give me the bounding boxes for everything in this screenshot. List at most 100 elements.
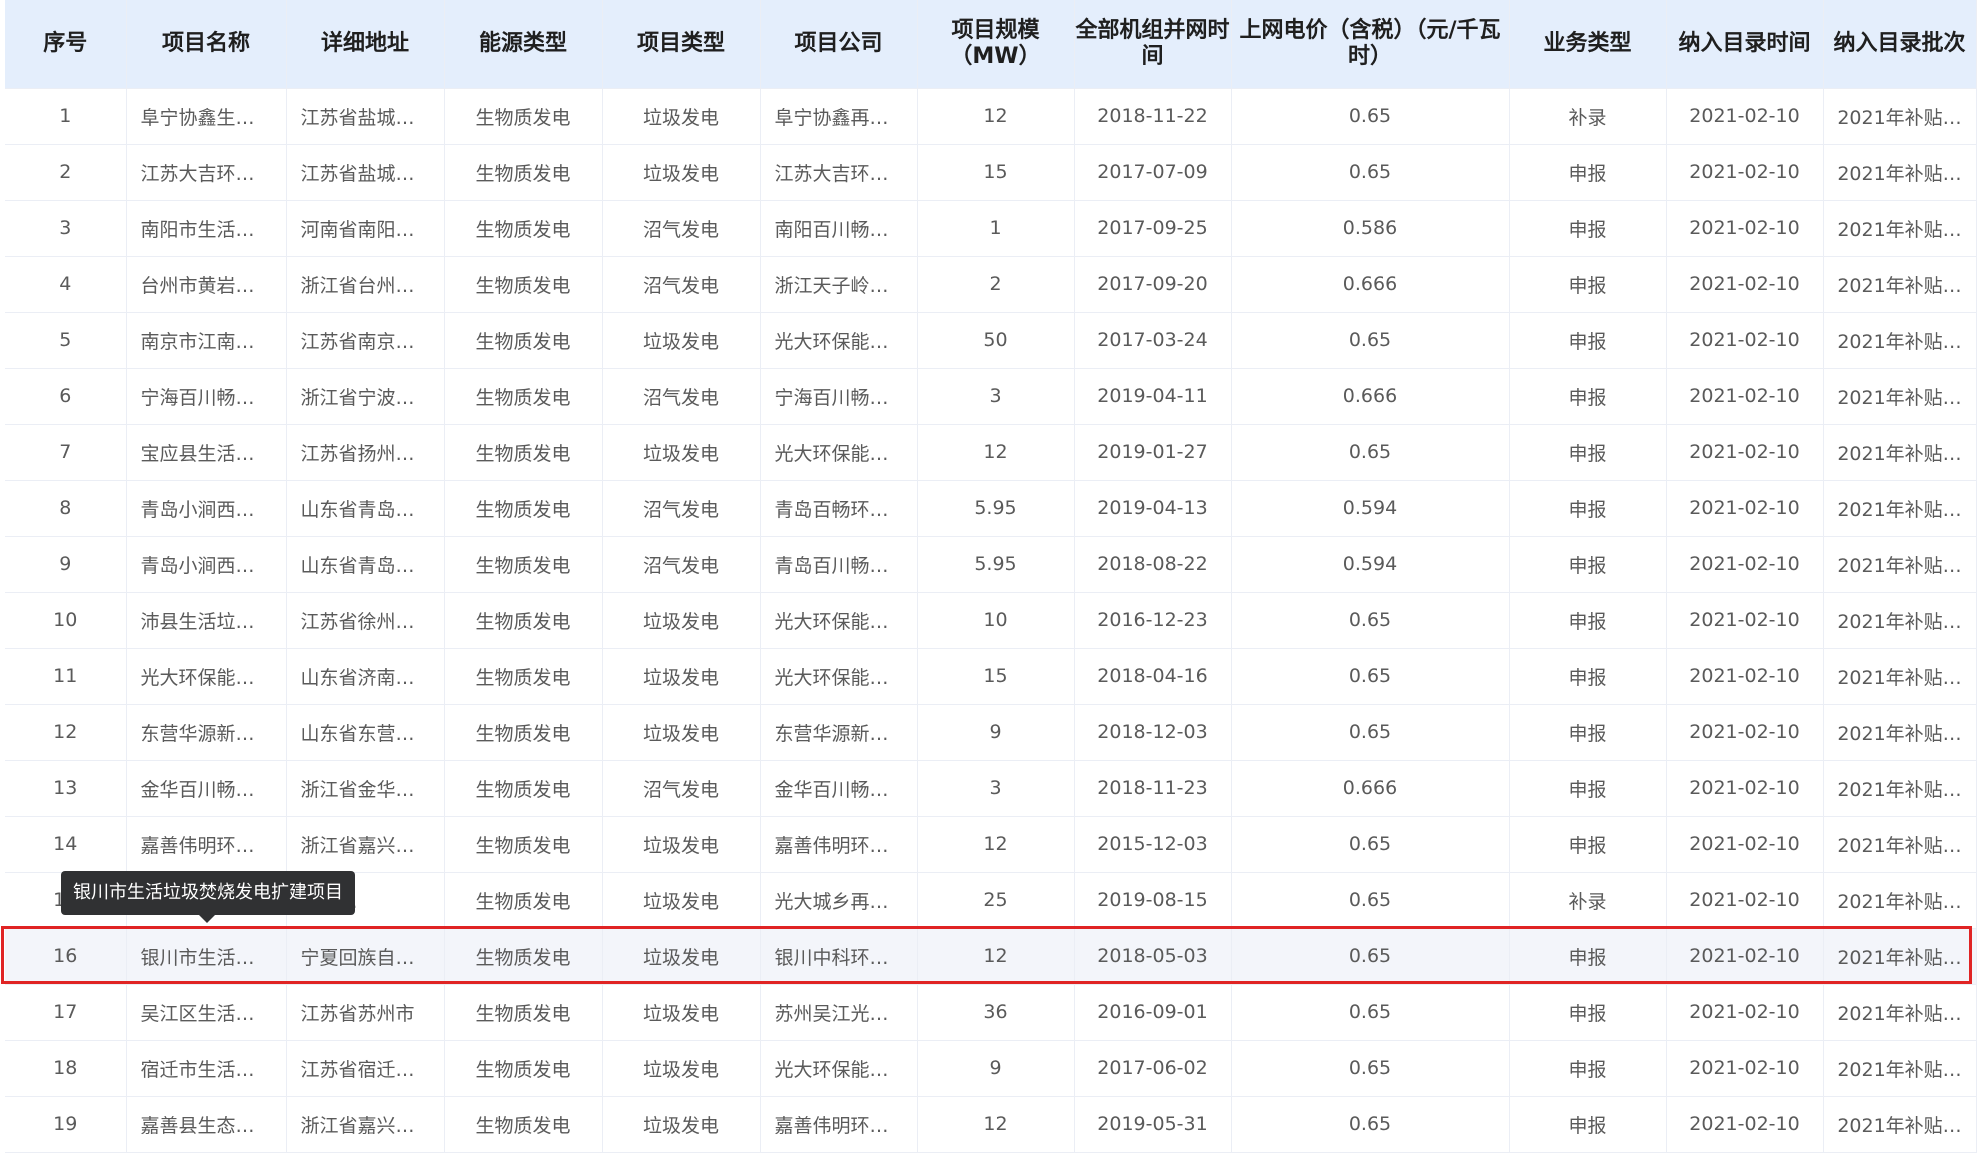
cell-project-name[interactable]: 金华百川畅… (126, 760, 287, 817)
cell-project-name[interactable]: 江苏大吉环… (126, 144, 287, 201)
cell-address[interactable]: 浙江省嘉兴… (286, 816, 445, 873)
cell-company[interactable]: 银川中科环… (760, 928, 918, 985)
cell-catalog-batch[interactable]: 2021年补贴… (1823, 1096, 1977, 1153)
cell-catalog-batch[interactable]: 2021年补贴… (1823, 1040, 1977, 1097)
cell-address[interactable]: 江苏省徐州… (286, 592, 445, 649)
header-grid-time[interactable]: 全部机组并网时间 (1074, 0, 1232, 89)
header-catalog-batch[interactable]: 纳入目录批次 (1823, 0, 1977, 89)
cell-address[interactable]: 河南省南阳… (286, 200, 445, 257)
cell-catalog-batch[interactable]: 2021年补贴… (1823, 928, 1977, 985)
table-row[interactable]: 6 宁海百川畅… 浙江省宁波… 生物质发电 沼气发电 宁海百川畅… 3 2019-04-11 0… (5, 368, 1977, 425)
table-row[interactable]: 17 吴江区生活… 江苏省苏州市 生物质发电 垃圾发电 苏州吴江光… 36 2016-09-0… (5, 984, 1977, 1041)
cell-project-name[interactable]: 东营华源新… (126, 704, 287, 761)
cell-company[interactable]: 南阳百川畅… (760, 200, 918, 257)
cell-address[interactable]: 山东省东营… (286, 704, 445, 761)
cell-company[interactable]: 光大城乡再… (760, 872, 918, 929)
cell-catalog-batch[interactable]: 2021年补贴… (1823, 984, 1977, 1041)
table-row[interactable]: 11 光大环保能… 山东省济南… 生物质发电 垃圾发电 光大环保能… 15 2018-04-1… (5, 648, 1977, 705)
cell-catalog-batch[interactable]: 2021年补贴… (1823, 312, 1977, 369)
cell-company[interactable]: 光大环保能… (760, 424, 918, 481)
table-row[interactable]: 4 台州市黄岩… 浙江省台州… 生物质发电 沼气发电 浙江天子岭… 2 2017-09-20 0… (5, 256, 1977, 313)
table-row[interactable]: 14 嘉善伟明环… 浙江省嘉兴… 生物质发电 垃圾发电 嘉善伟明环… 12 2015-12-0… (5, 816, 1977, 873)
header-address[interactable]: 详细地址 (286, 0, 445, 89)
cell-project-name[interactable]: 沛县生活垃… (126, 592, 287, 649)
cell-project-name[interactable]: 光大环保能… (126, 648, 287, 705)
cell-project-name[interactable]: 宁海百川畅… (126, 368, 287, 425)
header-catalog-time[interactable]: 纳入目录时间 (1666, 0, 1824, 89)
cell-company[interactable]: 嘉善伟明环… (760, 816, 918, 873)
cell-project-name[interactable]: 台州市黄岩… (126, 256, 287, 313)
cell-address[interactable]: 江苏省盐城… (286, 88, 445, 145)
cell-company[interactable]: 阜宁协鑫再… (760, 88, 918, 145)
cell-address[interactable]: 浙江省台州… (286, 256, 445, 313)
cell-catalog-batch[interactable]: 2021年补贴… (1823, 200, 1977, 257)
table-row[interactable]: 3 南阳市生活… 河南省南阳… 生物质发电 沼气发电 南阳百川畅… 1 2017-09-25 0… (5, 200, 1977, 257)
cell-catalog-batch[interactable]: 2021年补贴… (1823, 88, 1977, 145)
cell-address[interactable]: 宁夏回族自… (286, 928, 445, 985)
cell-company[interactable]: 光大环保能… (760, 312, 918, 369)
cell-address[interactable]: 山东省济南… (286, 648, 445, 705)
cell-catalog-batch[interactable]: 2021年补贴… (1823, 536, 1977, 593)
header-price[interactable]: 上网电价（含税）（元/千瓦时） (1231, 0, 1510, 89)
cell-company[interactable]: 东营华源新… (760, 704, 918, 761)
cell-project-name[interactable]: 吴江区生活… (126, 984, 287, 1041)
table-row[interactable]: 19 嘉善县生态… 浙江省嘉兴… 生物质发电 垃圾发电 嘉善伟明环… 12 2019-05-3… (5, 1096, 1977, 1153)
table-row[interactable]: 1 阜宁协鑫生… 江苏省盐城… 生物质发电 垃圾发电 阜宁协鑫再… 12 2018-11-22… (5, 88, 1977, 145)
cell-address[interactable]: 江苏省扬州… (286, 424, 445, 481)
header-business-type[interactable]: 业务类型 (1509, 0, 1667, 89)
table-row[interactable]: 18 宿迁市生活… 江苏省宿迁… 生物质发电 垃圾发电 光大环保能… 9 2017-06-02… (5, 1040, 1977, 1097)
cell-company[interactable]: 光大环保能… (760, 592, 918, 649)
cell-catalog-batch[interactable]: 2021年补贴… (1823, 368, 1977, 425)
header-capacity[interactable]: 项目规模（MW） (917, 0, 1075, 89)
cell-project-name[interactable]: 南京市江南… (126, 312, 287, 369)
cell-company[interactable]: 宁海百川畅… (760, 368, 918, 425)
cell-catalog-batch[interactable]: 2021年补贴… (1823, 816, 1977, 873)
cell-project-name[interactable]: 青岛小涧西… (126, 536, 287, 593)
cell-address[interactable]: 浙江省金华… (286, 760, 445, 817)
cell-company[interactable]: 嘉善伟明环… (760, 1096, 918, 1153)
table-row[interactable]: 10 沛县生活垃… 江苏省徐州… 生物质发电 垃圾发电 光大环保能… 10 2016-12-2… (5, 592, 1977, 649)
cell-catalog-batch[interactable]: 2021年补贴… (1823, 592, 1977, 649)
cell-company[interactable]: 青岛百川畅… (760, 536, 918, 593)
table-row[interactable]: 16 银川市生活… 宁夏回族自… 生物质发电 垃圾发电 银川中科环… 12 2018-05-0… (5, 928, 1977, 985)
cell-catalog-batch[interactable]: 2021年补贴… (1823, 480, 1977, 537)
table-row[interactable]: 2 江苏大吉环… 江苏省盐城… 生物质发电 垃圾发电 江苏大吉环… 15 2017-07-09… (5, 144, 1977, 201)
cell-catalog-batch[interactable]: 2021年补贴… (1823, 144, 1977, 201)
cell-catalog-batch[interactable]: 2021年补贴… (1823, 648, 1977, 705)
cell-project-name[interactable]: 宿迁市生活… (126, 1040, 287, 1097)
cell-project-name[interactable]: 嘉善伟明环… (126, 816, 287, 873)
cell-address[interactable]: 江苏省南京… (286, 312, 445, 369)
cell-catalog-batch[interactable]: 2021年补贴… (1823, 424, 1977, 481)
cell-catalog-batch[interactable]: 2021年补贴… (1823, 704, 1977, 761)
cell-company[interactable]: 光大环保能… (760, 1040, 918, 1097)
table-row[interactable]: 5 南京市江南… 江苏省南京… 生物质发电 垃圾发电 光大环保能… 50 2017-03-24… (5, 312, 1977, 369)
cell-catalog-batch[interactable]: 2021年补贴… (1823, 872, 1977, 929)
cell-project-name[interactable]: 银川市生活… (126, 928, 287, 985)
cell-address[interactable]: 山东省青岛… (286, 536, 445, 593)
table-row[interactable]: 7 宝应县生活… 江苏省扬州… 生物质发电 垃圾发电 光大环保能… 12 2019-01-27… (5, 424, 1977, 481)
header-index[interactable]: 序号 (5, 0, 127, 89)
cell-catalog-batch[interactable]: 2021年补贴… (1823, 256, 1977, 313)
header-company[interactable]: 项目公司 (760, 0, 918, 89)
header-project-type[interactable]: 项目类型 (602, 0, 761, 89)
cell-project-name[interactable]: 南阳市生活… (126, 200, 287, 257)
cell-address[interactable]: 浙江省嘉兴… (286, 1096, 445, 1153)
table-row[interactable]: 9 青岛小涧西… 山东省青岛… 生物质发电 沼气发电 青岛百川畅… 5.95 2018-08-… (5, 536, 1977, 593)
cell-address[interactable]: 江苏省盐城… (286, 144, 445, 201)
cell-company[interactable]: 青岛百畅环… (760, 480, 918, 537)
cell-project-name[interactable]: 宝应县生活… (126, 424, 287, 481)
cell-project-name[interactable]: 阜宁协鑫生… (126, 88, 287, 145)
cell-company[interactable]: 江苏大吉环… (760, 144, 918, 201)
cell-project-name[interactable]: 嘉善县生态… (126, 1096, 287, 1153)
cell-company[interactable]: 金华百川畅… (760, 760, 918, 817)
header-energy-type[interactable]: 能源类型 (444, 0, 603, 89)
cell-company[interactable]: 浙江天子岭… (760, 256, 918, 313)
header-project-name[interactable]: 项目名称 (126, 0, 287, 89)
table-row[interactable]: 12 东营华源新… 山东省东营… 生物质发电 垃圾发电 东营华源新… 9 2018-12-03… (5, 704, 1977, 761)
cell-address[interactable]: 江苏省苏州市 (286, 984, 445, 1041)
cell-address[interactable]: 江苏省宿迁… (286, 1040, 445, 1097)
cell-project-name[interactable]: 青岛小涧西… (126, 480, 287, 537)
cell-company[interactable]: 光大环保能… (760, 648, 918, 705)
cell-address[interactable]: 浙江省宁波… (286, 368, 445, 425)
table-row[interactable]: 8 青岛小涧西… 山东省青岛… 生物质发电 沼气发电 青岛百畅环… 5.95 2019-04-… (5, 480, 1977, 537)
